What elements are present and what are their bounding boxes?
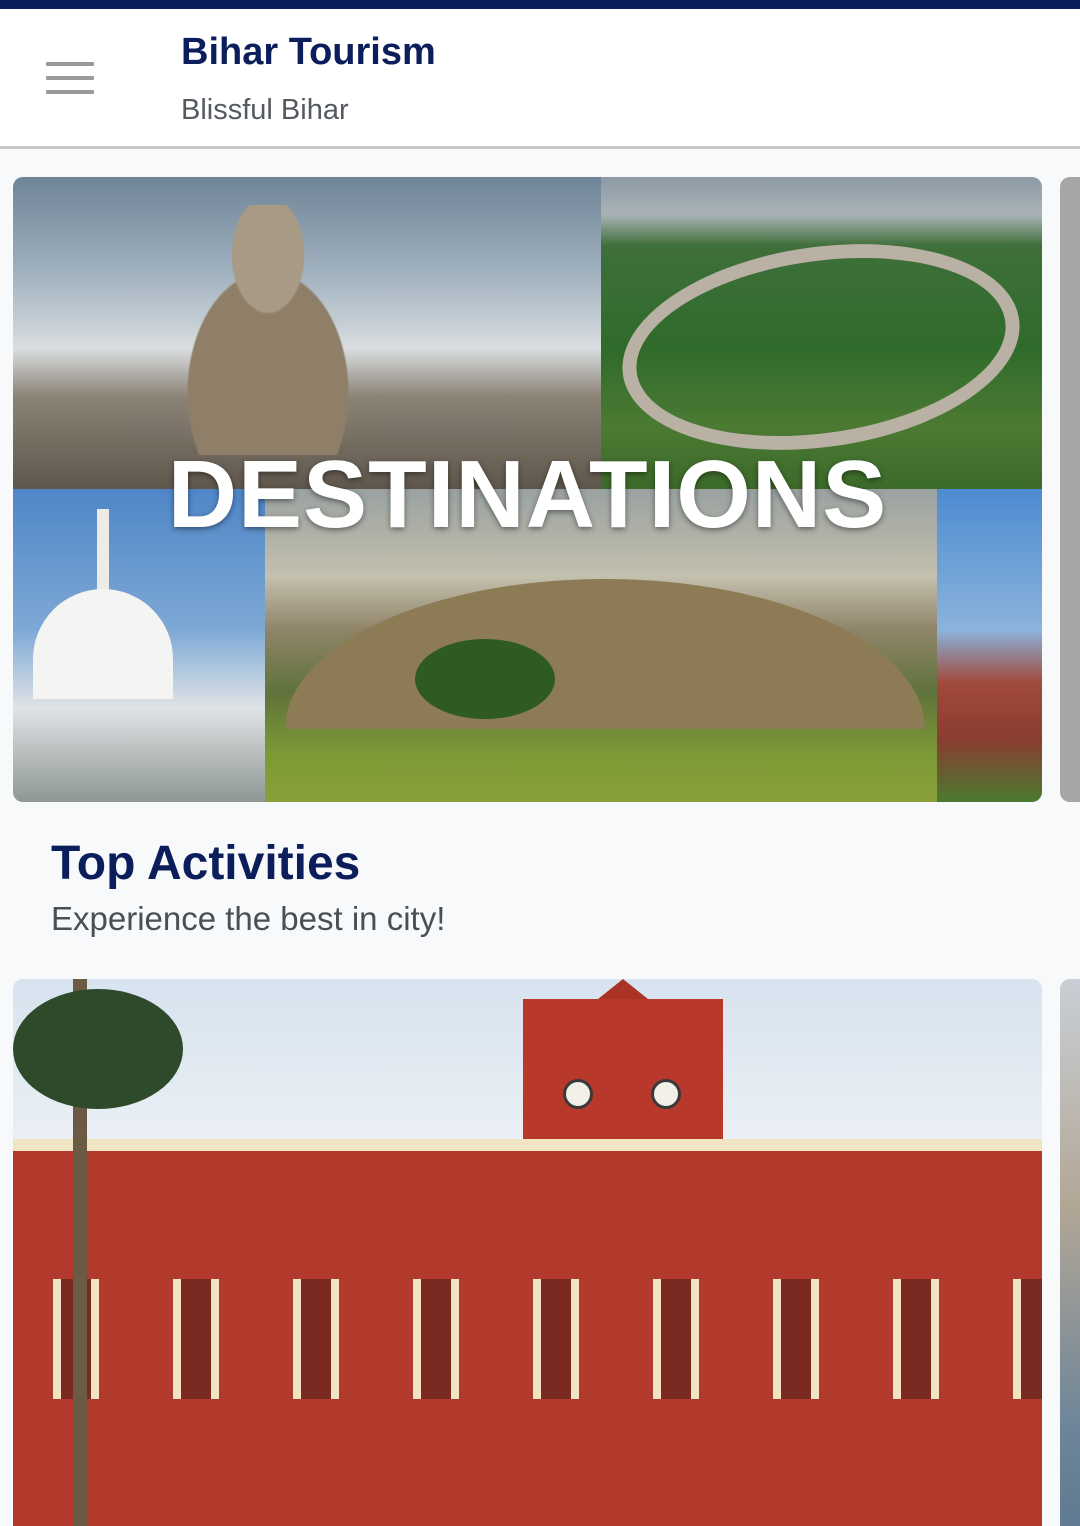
menu-line [46, 76, 94, 80]
hamburger-menu-icon[interactable] [30, 49, 110, 107]
hill-shape [285, 579, 925, 729]
destinations-card[interactable]: DESTINATIONS [13, 177, 1042, 802]
tree-shape [415, 639, 555, 719]
buddha-figure [143, 205, 393, 455]
clock-icon [651, 1079, 681, 1109]
app-bar: Bihar Tourism Blissful Bihar [0, 9, 1080, 149]
next-card-peek[interactable] [1060, 177, 1080, 802]
top-activities-title: Top Activities [51, 837, 361, 890]
top-status-strip [0, 0, 1080, 9]
stupa-dome [33, 589, 173, 699]
menu-line [46, 90, 94, 94]
building-trim [13, 1139, 1042, 1151]
clock-icon [563, 1079, 593, 1109]
palm-tree-crown [13, 989, 183, 1109]
activity-card[interactable] [13, 979, 1042, 1526]
river-curve [609, 220, 1033, 474]
app-title: Bihar Tourism [181, 31, 436, 73]
menu-line [46, 62, 94, 66]
next-activity-card-peek[interactable] [1060, 979, 1080, 1526]
destinations-label: DESTINATIONS [167, 441, 888, 548]
app-subtitle: Blissful Bihar [181, 94, 349, 126]
top-activities-subtitle: Experience the best in city! [51, 900, 446, 937]
building-windows [13, 1279, 1042, 1399]
